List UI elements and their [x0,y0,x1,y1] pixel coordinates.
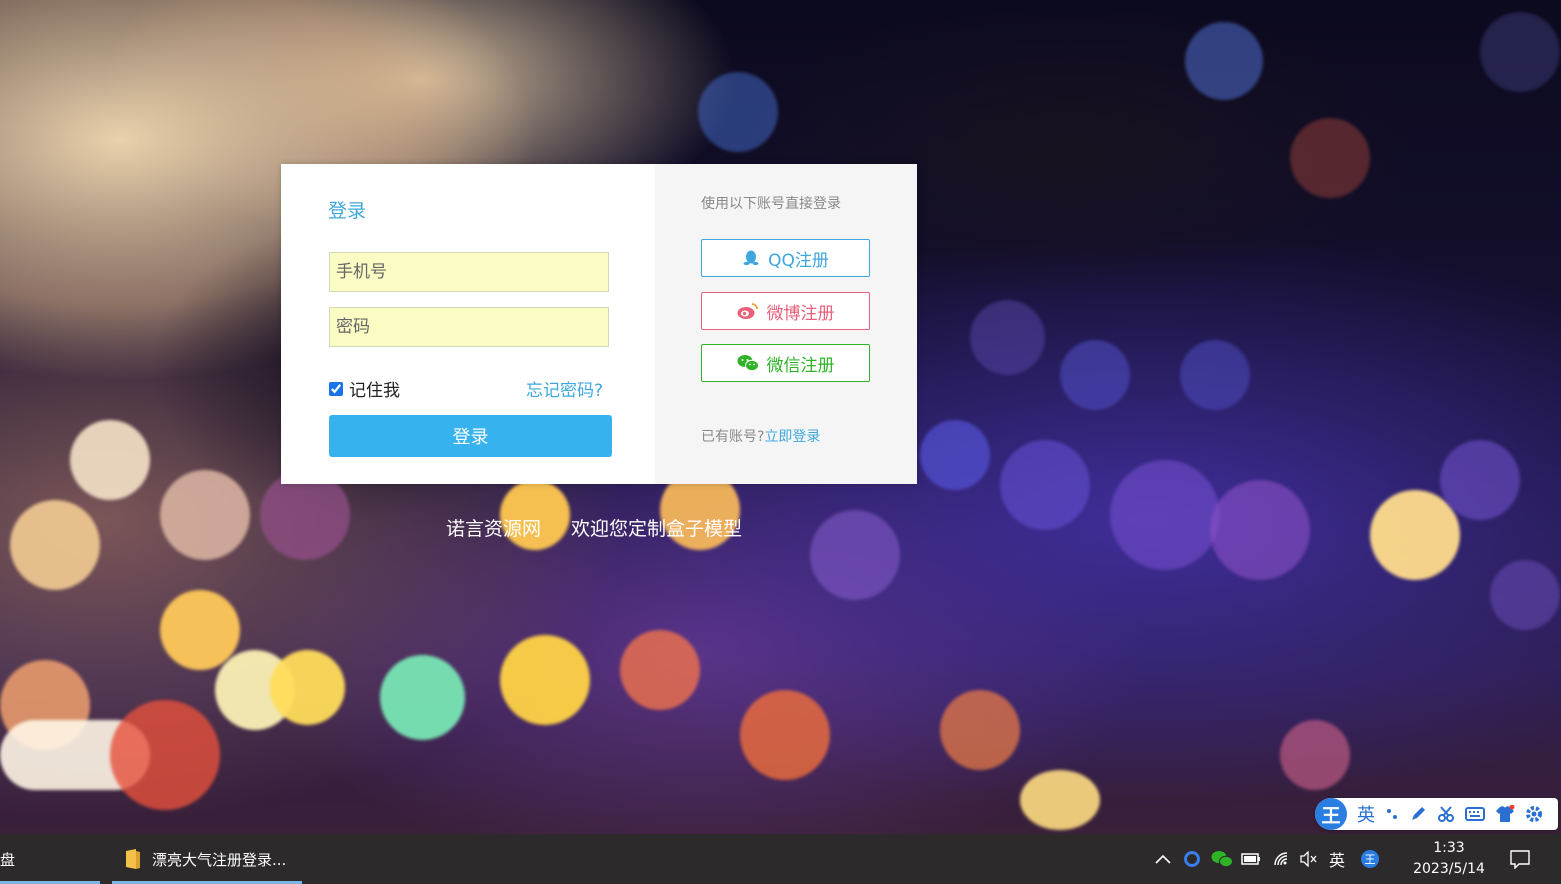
weibo-icon [737,302,759,320]
tray-expand-icon[interactable] [1155,854,1171,864]
bokeh-light [740,690,830,780]
taskbar-app-drive-label: 盘 [0,850,16,869]
bokeh-light [940,690,1020,770]
qq-register-label: QQ注册 [768,250,829,271]
system-tray: 英 王 [1155,834,1380,884]
cortana-icon[interactable] [1183,850,1201,868]
remember-label: 记住我 [349,381,400,401]
wechat-register-label: 微信注册 [766,355,835,376]
phone-input[interactable] [329,252,609,292]
bokeh-light [1370,490,1460,580]
battery-icon[interactable] [1241,852,1261,866]
bokeh-light [1290,118,1370,198]
wifi-icon[interactable] [1273,851,1291,867]
bokeh-light [698,72,778,152]
bokeh-light [1110,460,1220,570]
clock-date: 2023/5/14 [1413,861,1485,877]
folder-icon [124,848,142,870]
bokeh-light [1020,770,1100,830]
taskbar-window-title: 漂亮大气注册登录... [152,850,287,869]
bokeh-light [160,470,250,560]
bokeh-light [1210,480,1310,580]
taskbar-app-explorer[interactable]: 漂亮大气注册登录... [112,834,302,884]
footer-text: 诺言资源网 欢迎您定制盒子模型 [446,514,742,541]
ime-tray-icon[interactable]: 王 [1361,850,1380,868]
wechat-register-button[interactable]: 微信注册 [701,344,870,382]
login-button[interactable]: 登录 [329,415,612,457]
remember-me[interactable]: 记住我 [329,376,400,401]
login-title: 登录 [328,200,367,222]
clock[interactable]: 1:33 2023/5/14 [1405,838,1493,880]
site-slogan: 欢迎您定制盒子模型 [571,518,743,540]
forgot-password-link[interactable]: 忘记密码? [526,376,603,401]
bokeh-light [1480,12,1560,92]
qq-register-button[interactable]: QQ注册 [701,239,870,277]
bokeh-light [500,635,590,725]
qq-icon [742,249,760,267]
bokeh-light [970,300,1045,375]
bokeh-light [810,510,900,600]
tray-language[interactable]: 英 [1329,847,1345,871]
bokeh-light [1440,440,1520,520]
bokeh-light [1280,720,1350,790]
weibo-register-button[interactable]: 微博注册 [701,292,870,330]
bokeh-light [10,500,100,590]
social-login: 使用以下账号直接登录 QQ注册 微博注册 微信注册 已有账号?立即登录 [655,164,917,484]
bokeh-light [1060,340,1130,410]
taskbar-app-drive[interactable]: 盘 [0,834,100,884]
clock-time: 1:33 [1433,840,1465,856]
weibo-register-label: 微博注册 [766,303,835,324]
bokeh-light [380,655,465,740]
keyboard-icon[interactable] [1465,807,1485,821]
bokeh-light [160,590,240,670]
pen-icon[interactable] [1409,805,1427,823]
have-account-text: 已有账号? [701,429,765,445]
wechat-icon [737,354,759,372]
bokeh-light [620,630,700,710]
remember-checkbox[interactable] [329,381,343,396]
punctuation-icon[interactable] [1385,807,1399,821]
site-name: 诺言资源网 [446,518,542,540]
taskbar: 盘 漂亮大气注册登录... 英 王 1:33 2023/5/14 [0,834,1561,884]
ime-mode-toggle[interactable]: 英 [1357,801,1375,827]
bokeh-light [1180,340,1250,410]
notification-center-icon[interactable] [1510,834,1530,884]
bokeh-light [110,700,220,810]
password-input[interactable] [329,307,609,347]
social-hint: 使用以下账号直接登录 [701,196,841,212]
login-form: 登录 记住我 忘记密码? 登录 [281,164,655,484]
bokeh-light [270,650,345,725]
bokeh-light [70,420,150,500]
have-account: 已有账号?立即登录 [701,426,820,446]
ime-toolbar: 王 英 [1315,798,1558,830]
skin-icon[interactable] [1495,805,1515,823]
bokeh-light [920,420,990,490]
wechat-tray-icon[interactable] [1211,850,1233,868]
bokeh-light [1490,560,1560,630]
ime-logo[interactable]: 王 [1315,798,1347,830]
volume-muted-icon[interactable] [1299,851,1319,867]
scissors-icon[interactable] [1437,805,1455,823]
bokeh-light [1185,22,1263,100]
bokeh-light [1000,440,1090,530]
login-now-link[interactable]: 立即登录 [764,429,820,445]
login-panel: 登录 记住我 忘记密码? 登录 使用以下账号直接登录 QQ注册 [281,164,917,484]
settings-icon[interactable] [1525,805,1543,823]
